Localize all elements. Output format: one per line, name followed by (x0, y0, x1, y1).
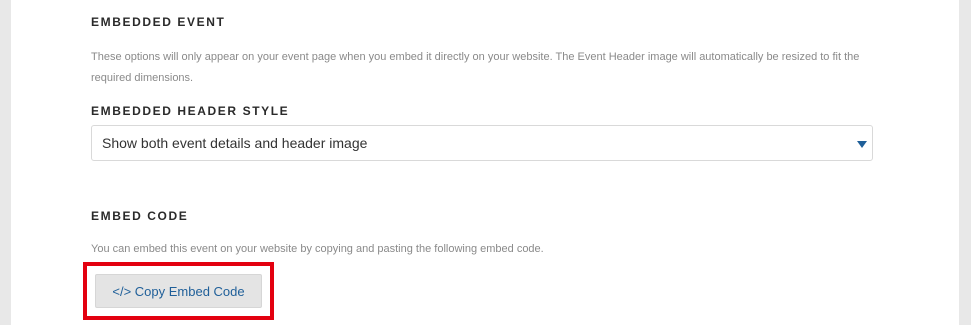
settings-panel: EMBEDDED EVENT These options will only a… (11, 0, 959, 325)
embed-code-heading: EMBED CODE (91, 209, 189, 223)
copy-embed-code-button[interactable]: </> Copy Embed Code (95, 274, 262, 308)
embedded-event-description: These options will only appear on your e… (91, 51, 860, 84)
dropdown-arrow-icon (857, 141, 867, 148)
copy-embed-code-highlight: </> Copy Embed Code (83, 262, 274, 320)
embedded-header-style-select[interactable]: Show both event details and header image (91, 125, 873, 161)
embedded-event-heading: EMBEDDED EVENT (91, 15, 226, 29)
embed-code-description: You can embed this event on your website… (91, 243, 544, 255)
embedded-header-style-selected-value: Show both event details and header image (102, 135, 368, 151)
embedded-header-style-heading: EMBEDDED HEADER STYLE (91, 104, 290, 118)
